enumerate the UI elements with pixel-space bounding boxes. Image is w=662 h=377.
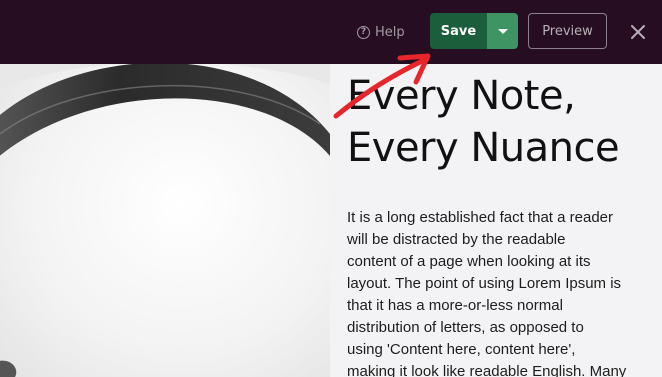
save-options-button[interactable] <box>487 13 518 49</box>
body-line: layout. The point of using Lorem Ipsum i… <box>347 275 622 292</box>
body-line: making it look like readable English. Ma… <box>347 363 627 377</box>
question-circle-icon: ? <box>357 25 370 39</box>
help-link[interactable]: ? Help <box>357 22 405 42</box>
page-headline: Every Note, Every Nuance <box>347 70 662 174</box>
body-line: will be distracted by the readable <box>347 231 566 248</box>
caret-down-icon <box>497 28 508 34</box>
content-panel: Every Note, Every Nuance It is a long es… <box>330 64 662 377</box>
body-line: that it has a more-or-less normal <box>347 297 563 314</box>
body-line: content of a page when looking at its <box>347 253 591 270</box>
save-button-group: Save <box>430 13 518 49</box>
close-button[interactable] <box>628 22 648 42</box>
save-button[interactable]: Save <box>430 13 487 49</box>
body-line: using 'Content here, content here', <box>347 341 576 358</box>
close-icon <box>631 25 645 39</box>
body-line: It is a long established fact that a rea… <box>347 209 613 226</box>
headline-line-1: Every Note, <box>347 73 576 119</box>
body-line: distribution of letters, as opposed to <box>347 319 584 336</box>
help-label: Help <box>375 24 405 40</box>
preview-button[interactable]: Preview <box>528 13 607 49</box>
body-paragraph: It is a long established fact that a rea… <box>347 207 659 377</box>
headline-line-2: Every Nuance <box>347 125 620 171</box>
top-toolbar: ? Help Save Preview <box>0 0 662 64</box>
headphones-photo <box>0 64 330 377</box>
